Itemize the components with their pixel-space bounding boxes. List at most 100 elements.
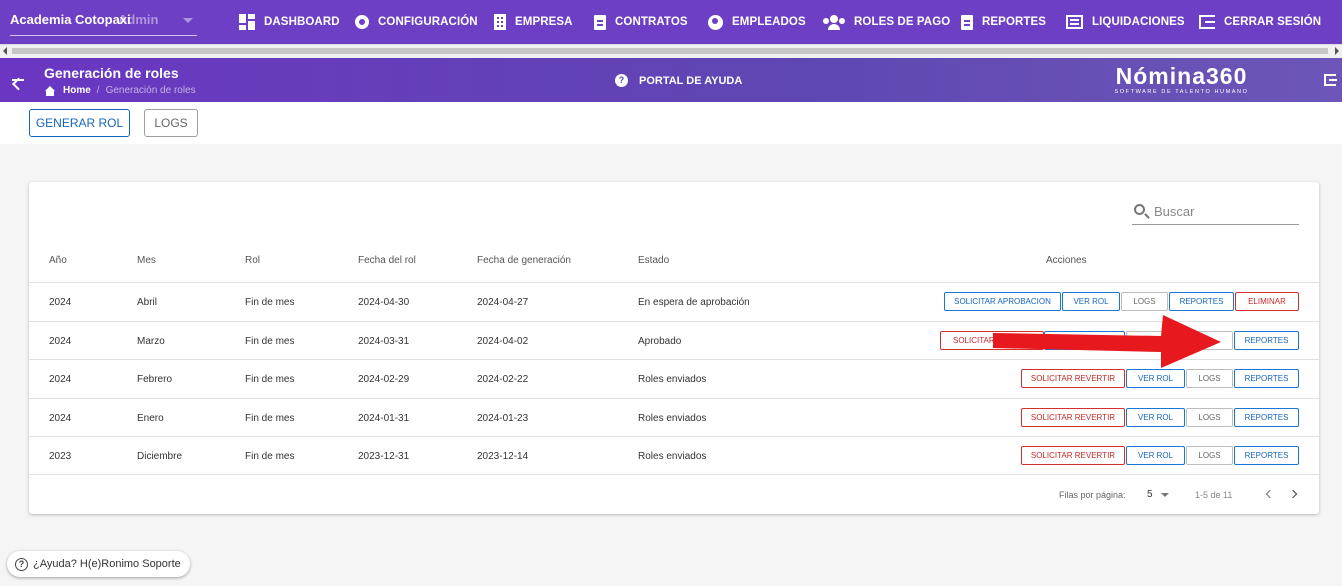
nav-configuracion[interactable]: CONFIGURACIÓN bbox=[355, 0, 478, 44]
eliminar-button[interactable]: ELIMINAR bbox=[1235, 292, 1299, 311]
solicitar-revertir-button[interactable]: SOLICITAR REVERTIR bbox=[1021, 408, 1125, 427]
cell-rol: Fin de mes bbox=[245, 336, 295, 347]
cell-mes: Marzo bbox=[137, 336, 165, 347]
reportes-button[interactable]: REPORTES bbox=[1169, 292, 1234, 311]
reportes-button[interactable]: REPORTES bbox=[1234, 446, 1299, 465]
arrow-shape bbox=[993, 315, 1221, 368]
page-header: Generación de roles Home / Generación de… bbox=[0, 58, 1342, 102]
back-arrow-icon[interactable] bbox=[10, 73, 24, 87]
search-input[interactable] bbox=[1154, 201, 1294, 221]
header-fecha-rol[interactable]: Fecha del rol bbox=[358, 255, 416, 266]
list-icon bbox=[1066, 15, 1083, 29]
cell-anio: 2024 bbox=[49, 297, 72, 308]
toolbar: GENERAR ROL LOGS bbox=[0, 102, 1342, 144]
rows-per-page-select[interactable]: 5 bbox=[1147, 489, 1153, 500]
nav-empresa[interactable]: EMPRESA bbox=[494, 0, 573, 44]
header-mes[interactable]: Mes bbox=[137, 255, 156, 266]
cell-fecha-rol: 2024-03-31 bbox=[358, 336, 410, 347]
logout-icon bbox=[1199, 15, 1215, 29]
logs-row-button[interactable]: LOGS bbox=[1121, 292, 1168, 311]
building-icon bbox=[494, 14, 506, 30]
solicitar-revertir-button[interactable]: SOLICITAR REVERTIR bbox=[1021, 369, 1125, 388]
breadcrumb-home[interactable]: Home bbox=[63, 85, 91, 96]
scroll-left-icon[interactable] bbox=[3, 47, 7, 55]
nav-label: REPORTES bbox=[982, 16, 1047, 28]
header-rol[interactable]: Rol bbox=[245, 255, 260, 266]
solicitar-aprobacion-button[interactable]: SOLICITAR APROBACION bbox=[944, 292, 1061, 311]
solicitar-revertir-button[interactable]: SOLICITAR REVERTIR bbox=[1021, 446, 1125, 465]
logs-button[interactable]: LOGS bbox=[144, 109, 198, 137]
caret-down-icon[interactable] bbox=[1161, 493, 1169, 497]
dashboard-icon bbox=[239, 14, 255, 30]
nav-label: EMPLEADOS bbox=[732, 16, 806, 28]
cell-estado: Roles enviados bbox=[638, 451, 707, 462]
logs-row-button[interactable]: LOGS bbox=[1186, 446, 1233, 465]
help-support-chip[interactable]: ? ¿Ayuda? H(e)Ronimo Soporte bbox=[7, 551, 190, 577]
help-portal-label: PORTAL DE AYUDA bbox=[639, 74, 743, 87]
header-fecha-generacion[interactable]: Fecha de generación bbox=[477, 255, 571, 266]
cell-rol: Fin de mes bbox=[245, 374, 295, 385]
cell-fecha-rol: 2024-04-30 bbox=[358, 297, 410, 308]
ver-rol-button[interactable]: VER ROL bbox=[1126, 369, 1185, 388]
help-chip-label: ¿Ayuda? H(e)Ronimo Soporte bbox=[33, 558, 181, 570]
reportes-button[interactable]: REPORTES bbox=[1234, 408, 1299, 427]
gear-icon bbox=[355, 15, 369, 29]
breadcrumb: Home / Generación de roles bbox=[44, 85, 196, 96]
organization-name: Academia Cotopaxi bbox=[10, 12, 131, 27]
globe-icon bbox=[708, 14, 723, 30]
question-icon: ? bbox=[615, 74, 628, 87]
logout-icon[interactable] bbox=[1324, 74, 1337, 86]
caret-down-icon bbox=[183, 18, 193, 23]
search-field[interactable] bbox=[1132, 199, 1299, 225]
cell-rol: Fin de mes bbox=[245, 297, 295, 308]
reportes-button[interactable]: REPORTES bbox=[1234, 369, 1299, 388]
generar-rol-button[interactable]: GENERAR ROL bbox=[29, 109, 130, 137]
scrollbar-thumb[interactable] bbox=[12, 48, 1328, 54]
red-arrow-annotation bbox=[993, 315, 1221, 368]
nav-label: DASHBOARD bbox=[264, 16, 340, 28]
nav-dashboard[interactable]: DASHBOARD bbox=[239, 0, 340, 44]
nav-liquidaciones[interactable]: LIQUIDACIONES bbox=[1066, 0, 1185, 44]
header-estado[interactable]: Estado bbox=[638, 255, 669, 266]
cell-rol: Fin de mes bbox=[245, 413, 295, 424]
nav-roles-de-pago[interactable]: ROLES DE PAGO bbox=[823, 0, 950, 44]
header-anio[interactable]: Año bbox=[49, 255, 67, 266]
cell-mes: Abril bbox=[137, 297, 158, 308]
horizontal-scrollbar[interactable] bbox=[0, 44, 1342, 58]
ver-rol-button[interactable]: VER ROL bbox=[1126, 446, 1185, 465]
brand-logo: Nómina360 SOFTWARE DE TALENTO HUMANO bbox=[1109, 63, 1254, 95]
page-title: Generación de roles bbox=[44, 65, 179, 81]
clipboard-icon bbox=[594, 14, 606, 30]
clipboard-icon bbox=[961, 14, 973, 30]
reportes-button[interactable]: REPORTES bbox=[1234, 331, 1299, 350]
cell-mes: Enero bbox=[137, 413, 164, 424]
help-portal-link[interactable]: ? PORTAL DE AYUDA bbox=[615, 74, 742, 87]
nav-cerrar-sesion[interactable]: CERRAR SESIÓN bbox=[1199, 0, 1321, 44]
table-row: 2023 Diciembre Fin de mes 2023-12-31 202… bbox=[29, 436, 1319, 474]
organization-select[interactable]: Academia Cotopaxi Admin bbox=[10, 8, 197, 36]
cell-fecha-generacion: 2024-04-27 bbox=[477, 297, 529, 308]
nav-contratos[interactable]: CONTRATOS bbox=[594, 0, 688, 44]
chevron-right-icon[interactable] bbox=[1288, 488, 1300, 500]
cell-anio: 2024 bbox=[49, 336, 72, 347]
cell-estado: Aprobado bbox=[638, 336, 682, 347]
home-icon[interactable] bbox=[44, 85, 56, 96]
cell-mes: Diciembre bbox=[137, 451, 183, 462]
cell-anio: 2024 bbox=[49, 413, 72, 424]
users-icon bbox=[823, 14, 845, 30]
cell-rol: Fin de mes bbox=[245, 451, 295, 462]
table-row: 2024 Enero Fin de mes 2024-01-31 2024-01… bbox=[29, 398, 1319, 436]
ver-rol-button[interactable]: VER ROL bbox=[1126, 408, 1185, 427]
logs-row-button[interactable]: LOGS bbox=[1186, 408, 1233, 427]
nav-label: CONTRATOS bbox=[615, 16, 688, 28]
ver-rol-button[interactable]: VER ROL bbox=[1062, 292, 1120, 311]
chevron-left-icon[interactable] bbox=[1263, 488, 1275, 500]
cell-fecha-rol: 2024-01-31 bbox=[358, 413, 410, 424]
nav-empleados[interactable]: EMPLEADOS bbox=[708, 0, 806, 44]
nav-reportes[interactable]: REPORTES bbox=[961, 0, 1046, 44]
logs-row-button[interactable]: LOGS bbox=[1186, 369, 1233, 388]
nav-label: EMPRESA bbox=[515, 16, 573, 28]
header-acciones: Acciones bbox=[1046, 255, 1087, 266]
scroll-right-icon[interactable] bbox=[1335, 47, 1339, 55]
question-circle-icon: ? bbox=[15, 557, 28, 571]
